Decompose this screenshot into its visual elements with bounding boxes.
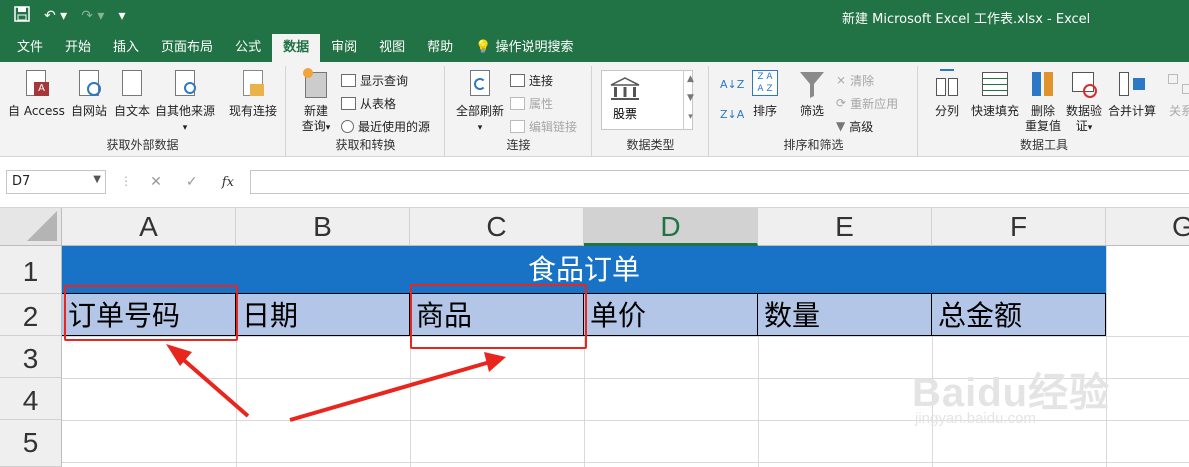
baidu-watermark: Baidu经验 jingyan.baidu.com <box>912 360 1110 427</box>
watermark-url: jingyan.baidu.com <box>915 410 1036 427</box>
